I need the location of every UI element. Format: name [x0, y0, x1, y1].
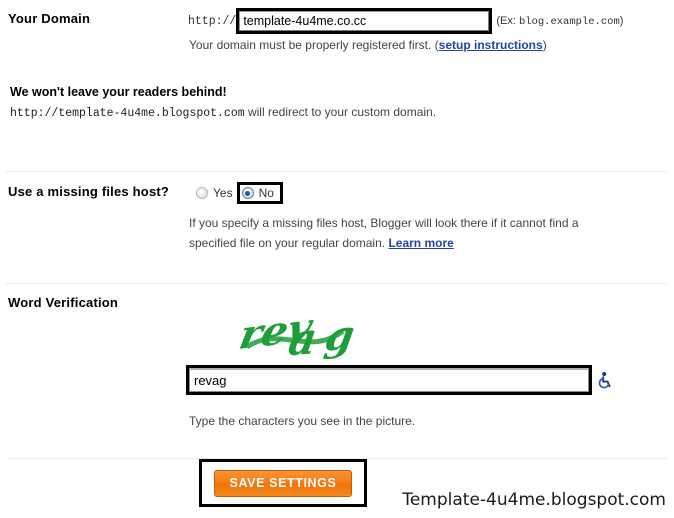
section-divider: [6, 171, 668, 172]
redirect-note: http://template-4u4me.blogspot.com will …: [10, 103, 440, 123]
setup-instructions-link[interactable]: setup instructions: [439, 38, 543, 52]
example-prefix-text: (Ex:: [496, 14, 519, 27]
example-suffix-text: ): [619, 14, 624, 27]
captcha-help-text: Type the characters you see in the pictu…: [189, 414, 416, 428]
domain-registration-note: Your domain must be properly registered …: [189, 38, 547, 52]
radio-dot-yes-icon[interactable]: [196, 187, 208, 199]
redirect-source-url: http://template-4u4me.blogspot.com: [10, 107, 245, 120]
save-settings-button[interactable]: SAVE SETTINGS: [214, 469, 352, 497]
missing-files-host-help-text: If you specify a missing files host, Blo…: [189, 216, 579, 250]
radio-dot-no-icon[interactable]: [241, 187, 254, 199]
word-verification-label: Word Verification: [8, 295, 119, 310]
captcha-input-row: [186, 365, 614, 395]
protocol-prefix-text: http://: [188, 14, 237, 28]
missing-files-host-label: Use a missing files host?: [8, 184, 170, 199]
learn-more-link[interactable]: Learn more: [388, 236, 453, 250]
radio-label-yes: Yes: [213, 186, 233, 200]
domain-example-hint: (Ex: blog.example.com): [496, 15, 623, 28]
redirect-note-rest: will redirect to your custom domain.: [244, 105, 437, 119]
save-button-highlight-box: SAVE SETTINGS: [199, 459, 367, 507]
captcha-input-highlight-box: [186, 365, 592, 395]
domain-input[interactable]: [239, 11, 490, 31]
section-divider: [6, 283, 668, 284]
missing-files-host-help: If you specify a missing files host, Blo…: [189, 213, 619, 253]
radio-option-yes[interactable]: Yes: [192, 184, 237, 202]
missing-files-host-radio-group: Yes No: [192, 182, 283, 204]
domain-input-highlight-box: [236, 8, 493, 34]
domain-input-row: http:// (Ex: blog.example.com): [188, 8, 623, 34]
captcha-input[interactable]: [189, 368, 589, 392]
domain-registration-note-suffix: ): [542, 38, 547, 52]
captcha-image: rev a g: [239, 307, 399, 362]
radio-label-no: No: [258, 186, 274, 200]
radio-option-no[interactable]: No: [236, 182, 283, 204]
domain-registration-note-text: Your domain must be properly registered …: [189, 38, 439, 52]
readers-behind-heading: We won't leave your readers behind!: [10, 85, 227, 99]
wheelchair-accessibility-icon[interactable]: [598, 371, 614, 389]
example-domain-text: blog.example.com: [518, 15, 620, 28]
watermark-text: Template-4u4me.blogspot.com: [402, 490, 666, 510]
settings-page: Your Domain http:// (Ex: blog.example.co…: [0, 0, 674, 518]
your-domain-label: Your Domain: [8, 11, 91, 26]
